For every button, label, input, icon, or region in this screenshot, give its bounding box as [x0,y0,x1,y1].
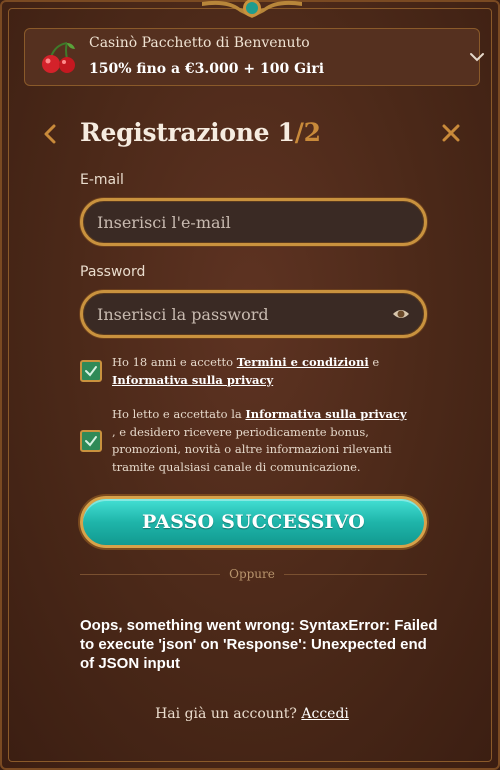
login-link[interactable]: Accedi [301,706,349,722]
step-separator: / [294,118,304,147]
chevron-left-icon[interactable] [40,122,60,146]
email-field-wrapper [80,198,427,246]
password-label: Password [80,264,146,280]
terms-consent-text: Ho 18 anni e accetto Termini e condizion… [112,354,412,389]
cherry-icon [42,42,75,73]
eye-icon[interactable] [392,306,410,322]
checkmark-icon [85,436,97,447]
terms-checkbox[interactable] [80,360,102,382]
bonus-title: Casinò Pacchetto di Benvenuto [89,35,310,51]
registration-panel: Casinò Pacchetto di Benvenuto 150% fino … [0,0,500,770]
marketing-suffix: , e desidero ricevere periodicamente bon… [112,424,392,474]
terms-middle: e [368,355,380,369]
divider-right [284,574,427,575]
checkmark-icon [85,366,97,377]
step-total: 2 [303,118,321,147]
password-field-wrapper [80,290,427,338]
chevron-down-icon[interactable] [467,47,487,67]
top-ornament-icon [202,0,302,18]
marketing-checkbox[interactable] [80,430,102,452]
email-label: E-mail [80,172,124,188]
email-field[interactable] [97,201,387,243]
marketing-consent-text: Ho letto e accettato la Informativa sull… [112,406,412,476]
welcome-bonus-banner[interactable]: Casinò Pacchetto di Benvenuto 150% fino … [24,28,484,86]
terms-link[interactable]: Termini e condizioni [237,355,369,369]
password-field[interactable] [97,293,387,335]
divider-left [80,574,220,575]
login-prompt: Hai già un account? Accedi [2,706,500,722]
title-text: Registrazione [80,118,270,147]
marketing-prefix: Ho letto e accettato la [112,407,246,421]
next-step-button[interactable]: PASSO SUCCESSIVO [80,496,427,548]
privacy-link[interactable]: Informativa sulla privacy [112,373,273,387]
terms-prefix: Ho 18 anni e accetto [112,355,237,369]
error-message: Oops, something went wrong: SyntaxError:… [80,617,438,672]
page-title: Registrazione 1/2 [80,118,321,147]
privacy-link-2[interactable]: Informativa sulla privacy [245,407,406,421]
login-text: Hai già un account? [155,706,297,722]
bonus-offer: 150% fino a €3.000 + 100 Giri [89,61,325,77]
divider-label: Oppure [229,567,275,581]
close-icon[interactable] [440,122,462,144]
step-current: 1 [277,118,295,147]
